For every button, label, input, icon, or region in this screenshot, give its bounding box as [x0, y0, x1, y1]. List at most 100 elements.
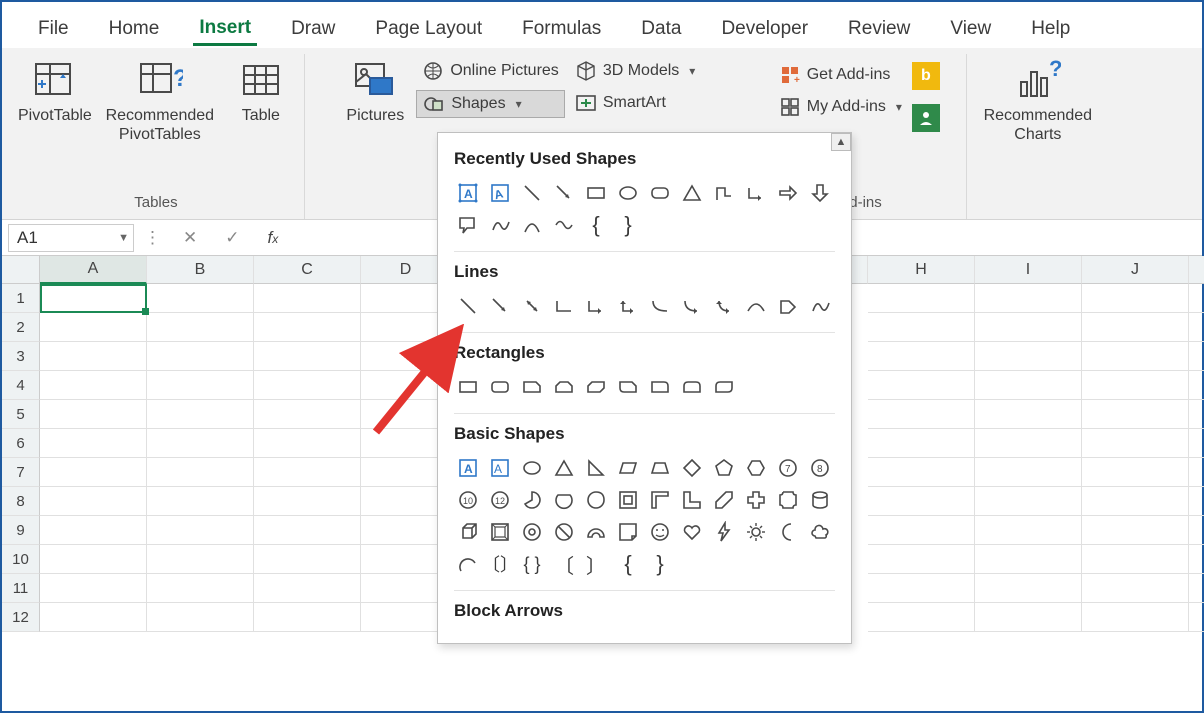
shape-curved-connector[interactable] — [646, 292, 674, 320]
col-header[interactable]: I — [975, 256, 1082, 284]
shape-pie[interactable] — [518, 486, 546, 514]
bing-addin-icon[interactable]: b — [912, 62, 940, 90]
row-header[interactable]: 12 — [2, 603, 40, 632]
tab-formulas[interactable]: Formulas — [516, 14, 607, 44]
shape-left-brace[interactable]: { — [582, 211, 610, 239]
cell[interactable] — [40, 284, 147, 313]
cell[interactable] — [147, 284, 254, 313]
smartart-button[interactable]: SmartArt — [569, 90, 702, 116]
shape-heptagon[interactable]: 7 — [774, 454, 802, 482]
shape-arc[interactable] — [454, 550, 482, 578]
shape-right-brace[interactable]: } — [646, 550, 674, 578]
col-header[interactable]: C — [254, 256, 361, 284]
shape-bevel[interactable] — [486, 518, 514, 546]
people-addin-icon[interactable] — [912, 104, 940, 132]
tab-home[interactable]: Home — [103, 14, 166, 44]
shape-arrow-line[interactable] — [550, 179, 578, 207]
shape-oval[interactable] — [518, 454, 546, 482]
shape-teardrop[interactable] — [582, 486, 610, 514]
shape-elbow-double-arrow[interactable] — [614, 292, 642, 320]
shape-hexagon[interactable] — [742, 454, 770, 482]
shape-line-arrow[interactable] — [486, 292, 514, 320]
shape-plus[interactable] — [742, 486, 770, 514]
select-all-corner[interactable] — [2, 256, 40, 284]
drag-handle-icon[interactable]: ⋮ — [136, 228, 169, 248]
shape-decagon[interactable]: 10 — [454, 486, 482, 514]
shape-block-arc[interactable] — [582, 518, 610, 546]
shape-freeform-closed[interactable] — [774, 292, 802, 320]
shape-arc[interactable] — [518, 211, 546, 239]
row-header[interactable]: 1 — [2, 284, 40, 313]
accept-formula-button[interactable]: ✓ — [211, 228, 253, 248]
shape-trapezoid[interactable] — [646, 454, 674, 482]
shape-moon[interactable] — [774, 518, 802, 546]
shape-donut[interactable] — [518, 518, 546, 546]
recommended-pivottables-button[interactable]: ? Recommended PivotTables — [100, 56, 220, 144]
shape-frame[interactable] — [614, 486, 642, 514]
shape-pentagon[interactable] — [710, 454, 738, 482]
shape-folded-corner[interactable] — [614, 518, 642, 546]
shape-oval[interactable] — [614, 179, 642, 207]
shape-elbow-arrow-connector[interactable] — [582, 292, 610, 320]
cancel-formula-button[interactable]: ✕ — [169, 228, 211, 248]
shape-chord[interactable] — [550, 486, 578, 514]
shape-double-bracket[interactable]: 〔〕 — [486, 550, 514, 578]
shape-snip-diag-rect[interactable] — [582, 373, 610, 401]
cell[interactable] — [254, 284, 361, 313]
shape-lightning[interactable] — [710, 518, 738, 546]
shape-octagon[interactable]: 8 — [806, 454, 834, 482]
shape-plaque[interactable] — [774, 486, 802, 514]
shape-diamond[interactable] — [678, 454, 706, 482]
tab-draw[interactable]: Draw — [285, 14, 341, 44]
tab-data[interactable]: Data — [635, 14, 687, 44]
shape-textbox[interactable]: A — [454, 179, 482, 207]
row-header[interactable]: 11 — [2, 574, 40, 603]
shape-rectangle[interactable] — [582, 179, 610, 207]
shape-elbow-connector[interactable] — [550, 292, 578, 320]
row-header[interactable]: 9 — [2, 516, 40, 545]
shape-snip2-rect[interactable] — [550, 373, 578, 401]
col-header[interactable]: B — [147, 256, 254, 284]
col-header[interactable]: H — [868, 256, 975, 284]
3d-models-button[interactable]: 3D Models ▾ — [569, 58, 702, 84]
shape-snip1-rect[interactable] — [518, 373, 546, 401]
row-header[interactable]: 4 — [2, 371, 40, 400]
tab-review[interactable]: Review — [842, 14, 916, 44]
shape-diag-stripe[interactable] — [710, 486, 738, 514]
my-addins-button[interactable]: My Add-ins ▾ — [773, 94, 908, 120]
shape-curved-arrow-connector[interactable] — [678, 292, 706, 320]
col-header[interactable]: J — [1082, 256, 1189, 284]
row-header[interactable]: 5 — [2, 400, 40, 429]
col-header[interactable]: A — [40, 256, 147, 284]
get-addins-button[interactable]: + Get Add-ins — [773, 62, 908, 88]
shape-round-diag-rect[interactable] — [710, 373, 738, 401]
shape-scribble[interactable] — [806, 292, 834, 320]
pictures-button[interactable]: Pictures — [338, 56, 412, 125]
shape-cloud[interactable] — [806, 518, 834, 546]
cell[interactable] — [868, 284, 975, 313]
row-header[interactable]: 6 — [2, 429, 40, 458]
shape-textbox-v[interactable]: A — [486, 454, 514, 482]
shape-line[interactable] — [518, 179, 546, 207]
shape-right-arrow[interactable] — [774, 179, 802, 207]
shape-left-bracket[interactable]: 〔 — [550, 550, 578, 578]
shape-elbow-arrow[interactable] — [742, 179, 770, 207]
shape-textbox-vertical[interactable]: A — [486, 179, 514, 207]
shape-scribble[interactable] — [486, 211, 514, 239]
shape-l-shape[interactable] — [678, 486, 706, 514]
shape-dodecagon[interactable]: 12 — [486, 486, 514, 514]
row-header[interactable]: 3 — [2, 342, 40, 371]
name-box[interactable]: A1 ▼ — [8, 224, 134, 252]
tab-view[interactable]: View — [944, 14, 997, 44]
tab-pagelayout[interactable]: Page Layout — [369, 14, 488, 44]
shape-snip-round-rect[interactable] — [614, 373, 642, 401]
shapes-button[interactable]: Shapes ▾ — [416, 90, 565, 118]
row-header[interactable]: 8 — [2, 487, 40, 516]
shape-can[interactable] — [806, 486, 834, 514]
tab-help[interactable]: Help — [1025, 14, 1076, 44]
row-header[interactable]: 10 — [2, 545, 40, 574]
recommended-charts-button[interactable]: ? Recommended Charts — [973, 56, 1103, 144]
shape-curved-double-arrow[interactable] — [710, 292, 738, 320]
shape-line-double-arrow[interactable] — [518, 292, 546, 320]
shape-right-brace[interactable]: } — [614, 211, 642, 239]
